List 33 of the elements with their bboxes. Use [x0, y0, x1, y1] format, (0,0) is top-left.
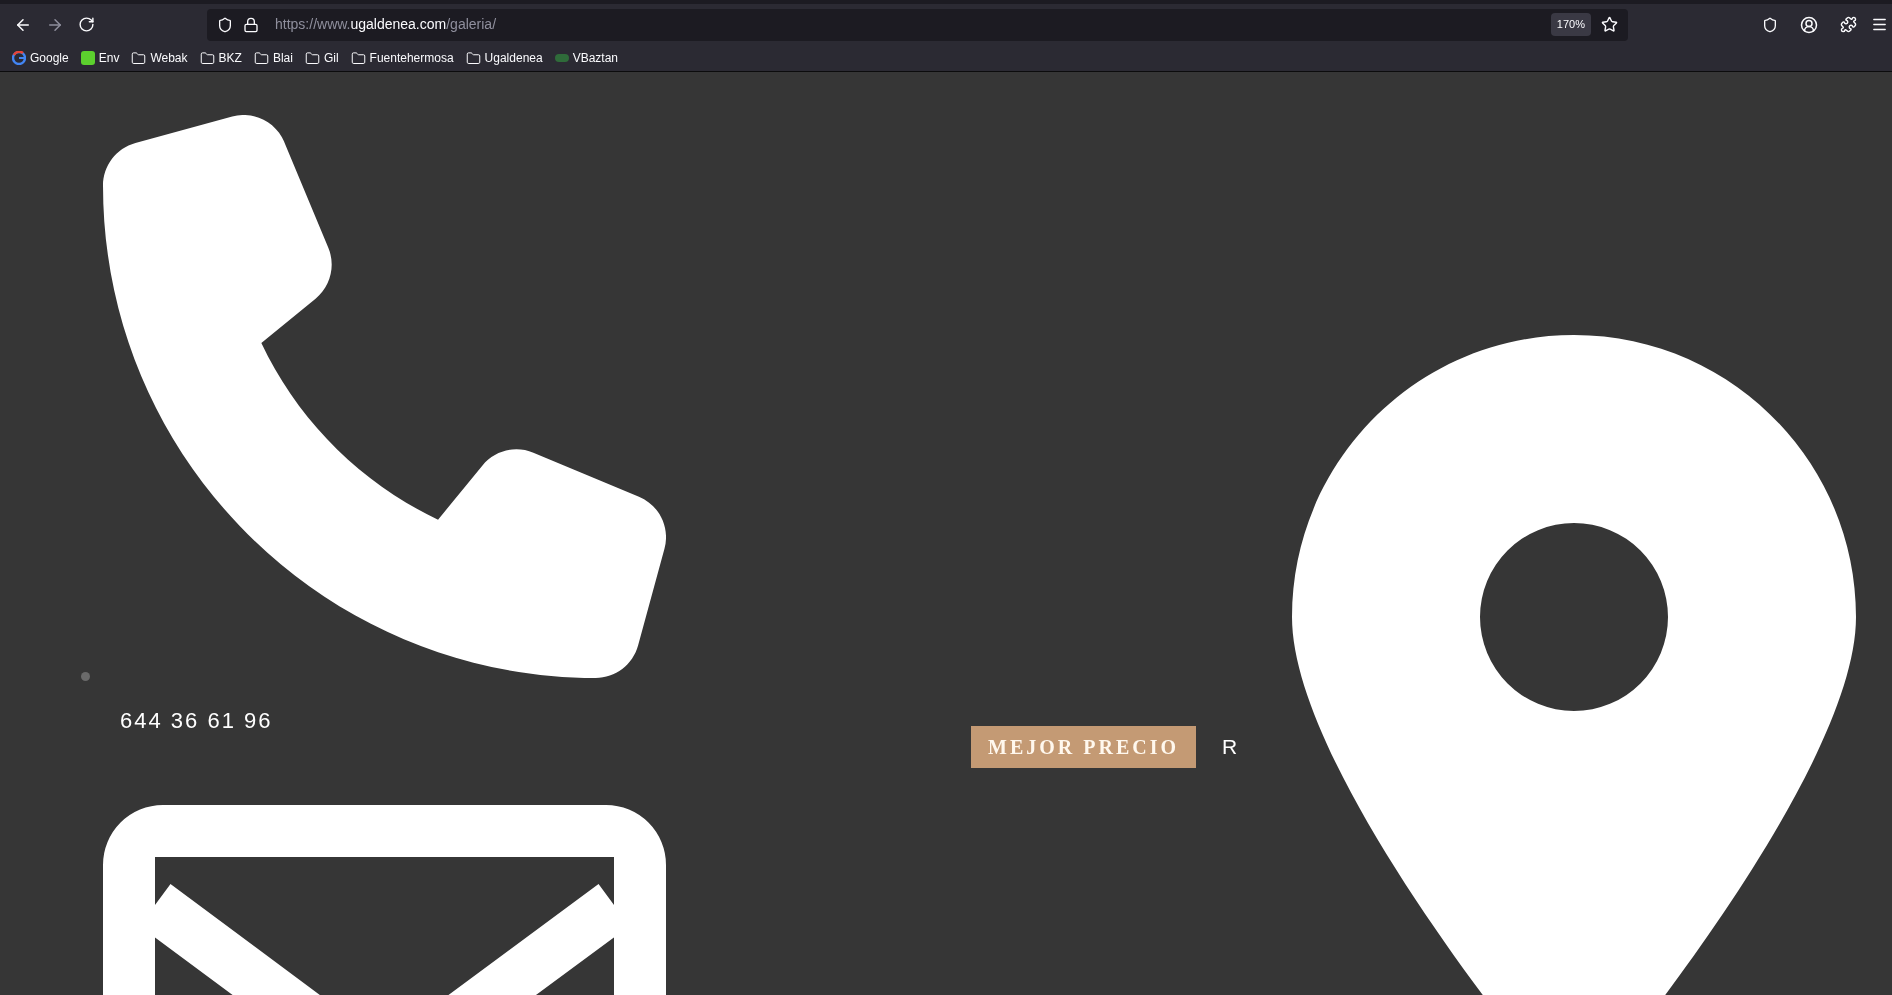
app-icon	[80, 51, 95, 65]
best-price-badge: MEJOR PRECIO	[971, 726, 1196, 768]
folder-icon	[199, 50, 215, 66]
extensions-icon[interactable]	[1840, 16, 1857, 33]
heading-text: R	[1222, 734, 1238, 761]
bookmark-link[interactable]: BKZ	[218, 49, 242, 67]
bookmark-link[interactable]: Env	[98, 49, 120, 67]
bookmark-link[interactable]: Fuentehermosa	[369, 49, 454, 67]
bookmark-link[interactable]: Gil	[323, 49, 339, 67]
folder-icon	[131, 50, 147, 66]
google-icon	[12, 51, 26, 65]
address-bar[interactable]: https://www.ugaldenea.com/galeria/ 170%	[207, 8, 1628, 41]
lock-icon[interactable]	[243, 16, 259, 33]
folder-icon	[465, 50, 481, 66]
bookmark-link[interactable]: VBaztan	[572, 49, 619, 67]
shield-icon[interactable]	[217, 16, 233, 33]
zoom-level[interactable]: 170%	[1550, 13, 1591, 36]
account-icon[interactable]	[1800, 15, 1818, 34]
folder-icon	[304, 50, 320, 66]
folder-icon	[350, 50, 366, 66]
site-icon	[554, 54, 569, 62]
bookmark-link[interactable]: Google	[30, 49, 69, 67]
phone-icon	[103, 115, 666, 678]
menu-icon[interactable]	[1871, 16, 1888, 33]
bookmark-link[interactable]: Blai	[272, 49, 293, 67]
reload-icon[interactable]	[78, 16, 95, 33]
bookmark-link[interactable]: Webak	[150, 49, 188, 67]
folder-icon	[253, 50, 269, 66]
bookmark-link[interactable]: Ugaldenea	[484, 49, 543, 67]
url-text: https://www.ugaldenea.com/galeria/	[275, 15, 497, 34]
map-pin-icon	[1292, 335, 1856, 995]
phone-number: 644 36 61 96	[120, 707, 274, 735]
bookmark-star-icon[interactable]	[1601, 16, 1618, 33]
